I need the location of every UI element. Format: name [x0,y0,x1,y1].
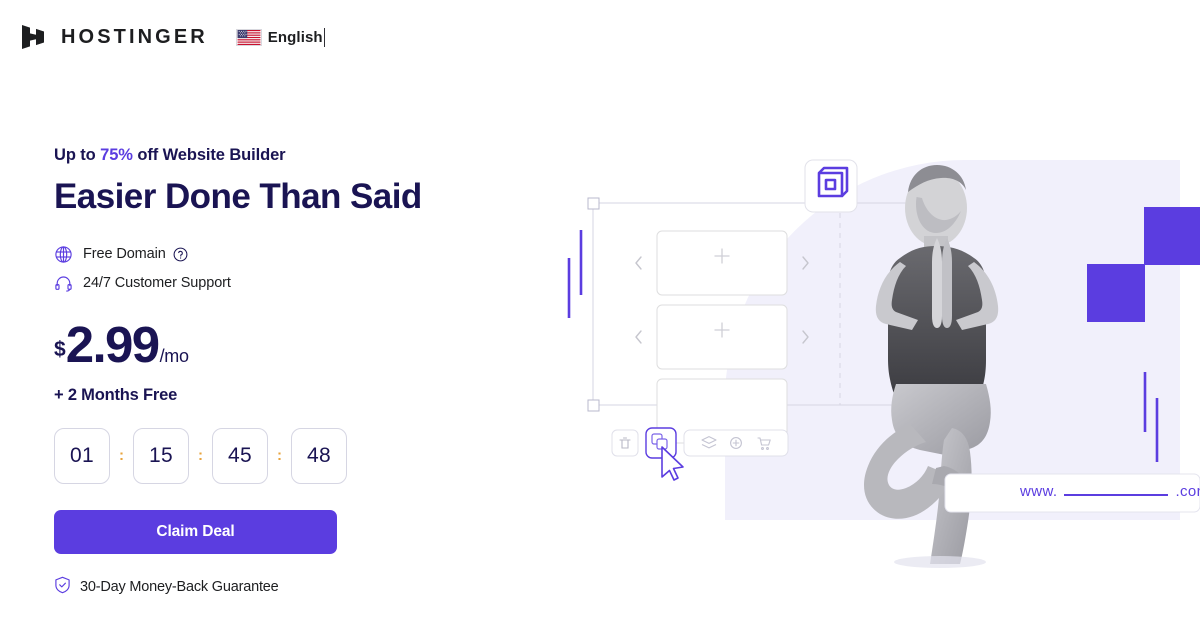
countdown-hours: 15 [133,427,189,484]
money-back-guarantee: 30-Day Money-Back Guarantee [54,576,474,599]
hostinger-cube-badge[interactable] [804,159,858,213]
site-header: HOSTINGER English [18,22,325,52]
price-currency: $ [54,337,66,361]
placeholder-block[interactable] [656,230,788,296]
domain-prefix: www. [1020,483,1058,500]
headset-icon [54,274,73,293]
element-toolbar[interactable] [611,427,789,459]
domain-suffix: .com [1175,483,1200,500]
globe-icon [54,245,73,264]
hero-content: Up to 75% off Website Builder Easier Don… [54,146,474,599]
bonus-offer: + 2 Months Free [54,385,178,404]
feature-item-free-domain: Free Domain [54,242,474,267]
claim-deal-button[interactable]: Claim Deal [54,509,337,554]
domain-blank-field[interactable] [1064,484,1169,496]
countdown-separator: : [119,447,124,465]
text-caret [323,27,325,47]
language-selector[interactable]: English [235,27,325,47]
guarantee-label: 30-Day Money-Back Guarantee [80,579,279,596]
promo-eyebrow: Up to 75% off Website Builder [54,146,474,165]
hostinger-landing-page: HOSTINGER English Up to 75% off Website … [0,0,1200,638]
price-display: $ 2.99 /mo [54,319,474,370]
us-flag-icon [235,28,262,46]
domain-input-text[interactable]: www. .com [1020,483,1200,500]
countdown-separator: : [198,447,203,465]
countdown-minutes: 45 [212,427,268,484]
decorative-lines-left [567,230,583,318]
hostinger-h-logo-icon[interactable] [18,22,48,52]
brand-wordmark: HOSTINGER [61,25,208,48]
eyebrow-prefix: Up to [54,146,101,164]
countdown-separator: : [277,447,282,465]
feature-list: Free Domain 24/7 Customer Support [54,242,474,296]
price-period: /mo [159,345,189,366]
website-builder-illustration: www. .com [540,0,1200,638]
feature-label: 24/7 Customer Support [83,275,231,292]
feature-item-support: 24/7 Customer Support [54,271,474,296]
question-circle-icon[interactable] [173,247,188,262]
countdown-timer: 01 : 15 : 45 : 48 [54,427,474,484]
countdown-days: 01 [54,427,110,484]
eyebrow-discount: 75% [100,146,133,164]
countdown-seconds: 48 [291,427,347,484]
placeholder-block[interactable] [656,304,788,370]
feature-label: Free Domain [83,246,166,263]
price-amount: 2.99 [65,315,160,373]
page-title: Easier Done Than Said [54,177,422,216]
eyebrow-suffix: off Website Builder [132,146,286,164]
language-label: English [267,28,323,46]
shield-check-icon [54,576,71,599]
